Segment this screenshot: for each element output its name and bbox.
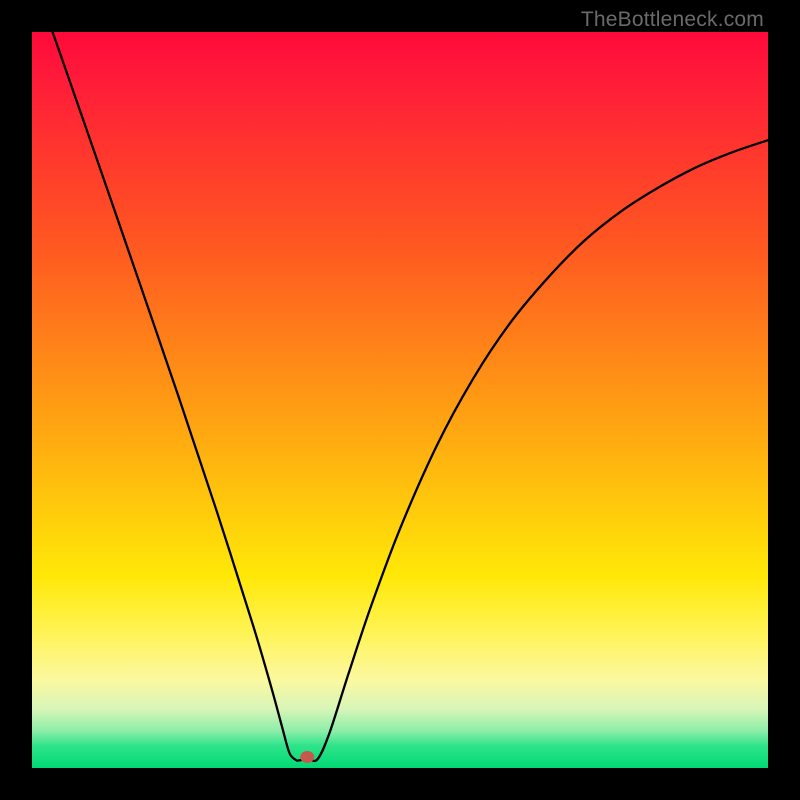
watermark-text: TheBottleneck.com xyxy=(581,8,764,32)
curve-layer xyxy=(32,32,768,768)
bottleneck-curve xyxy=(53,32,768,761)
plot-area xyxy=(32,32,768,768)
optimal-point-marker xyxy=(301,751,314,762)
chart-frame: TheBottleneck.com xyxy=(0,0,800,800)
